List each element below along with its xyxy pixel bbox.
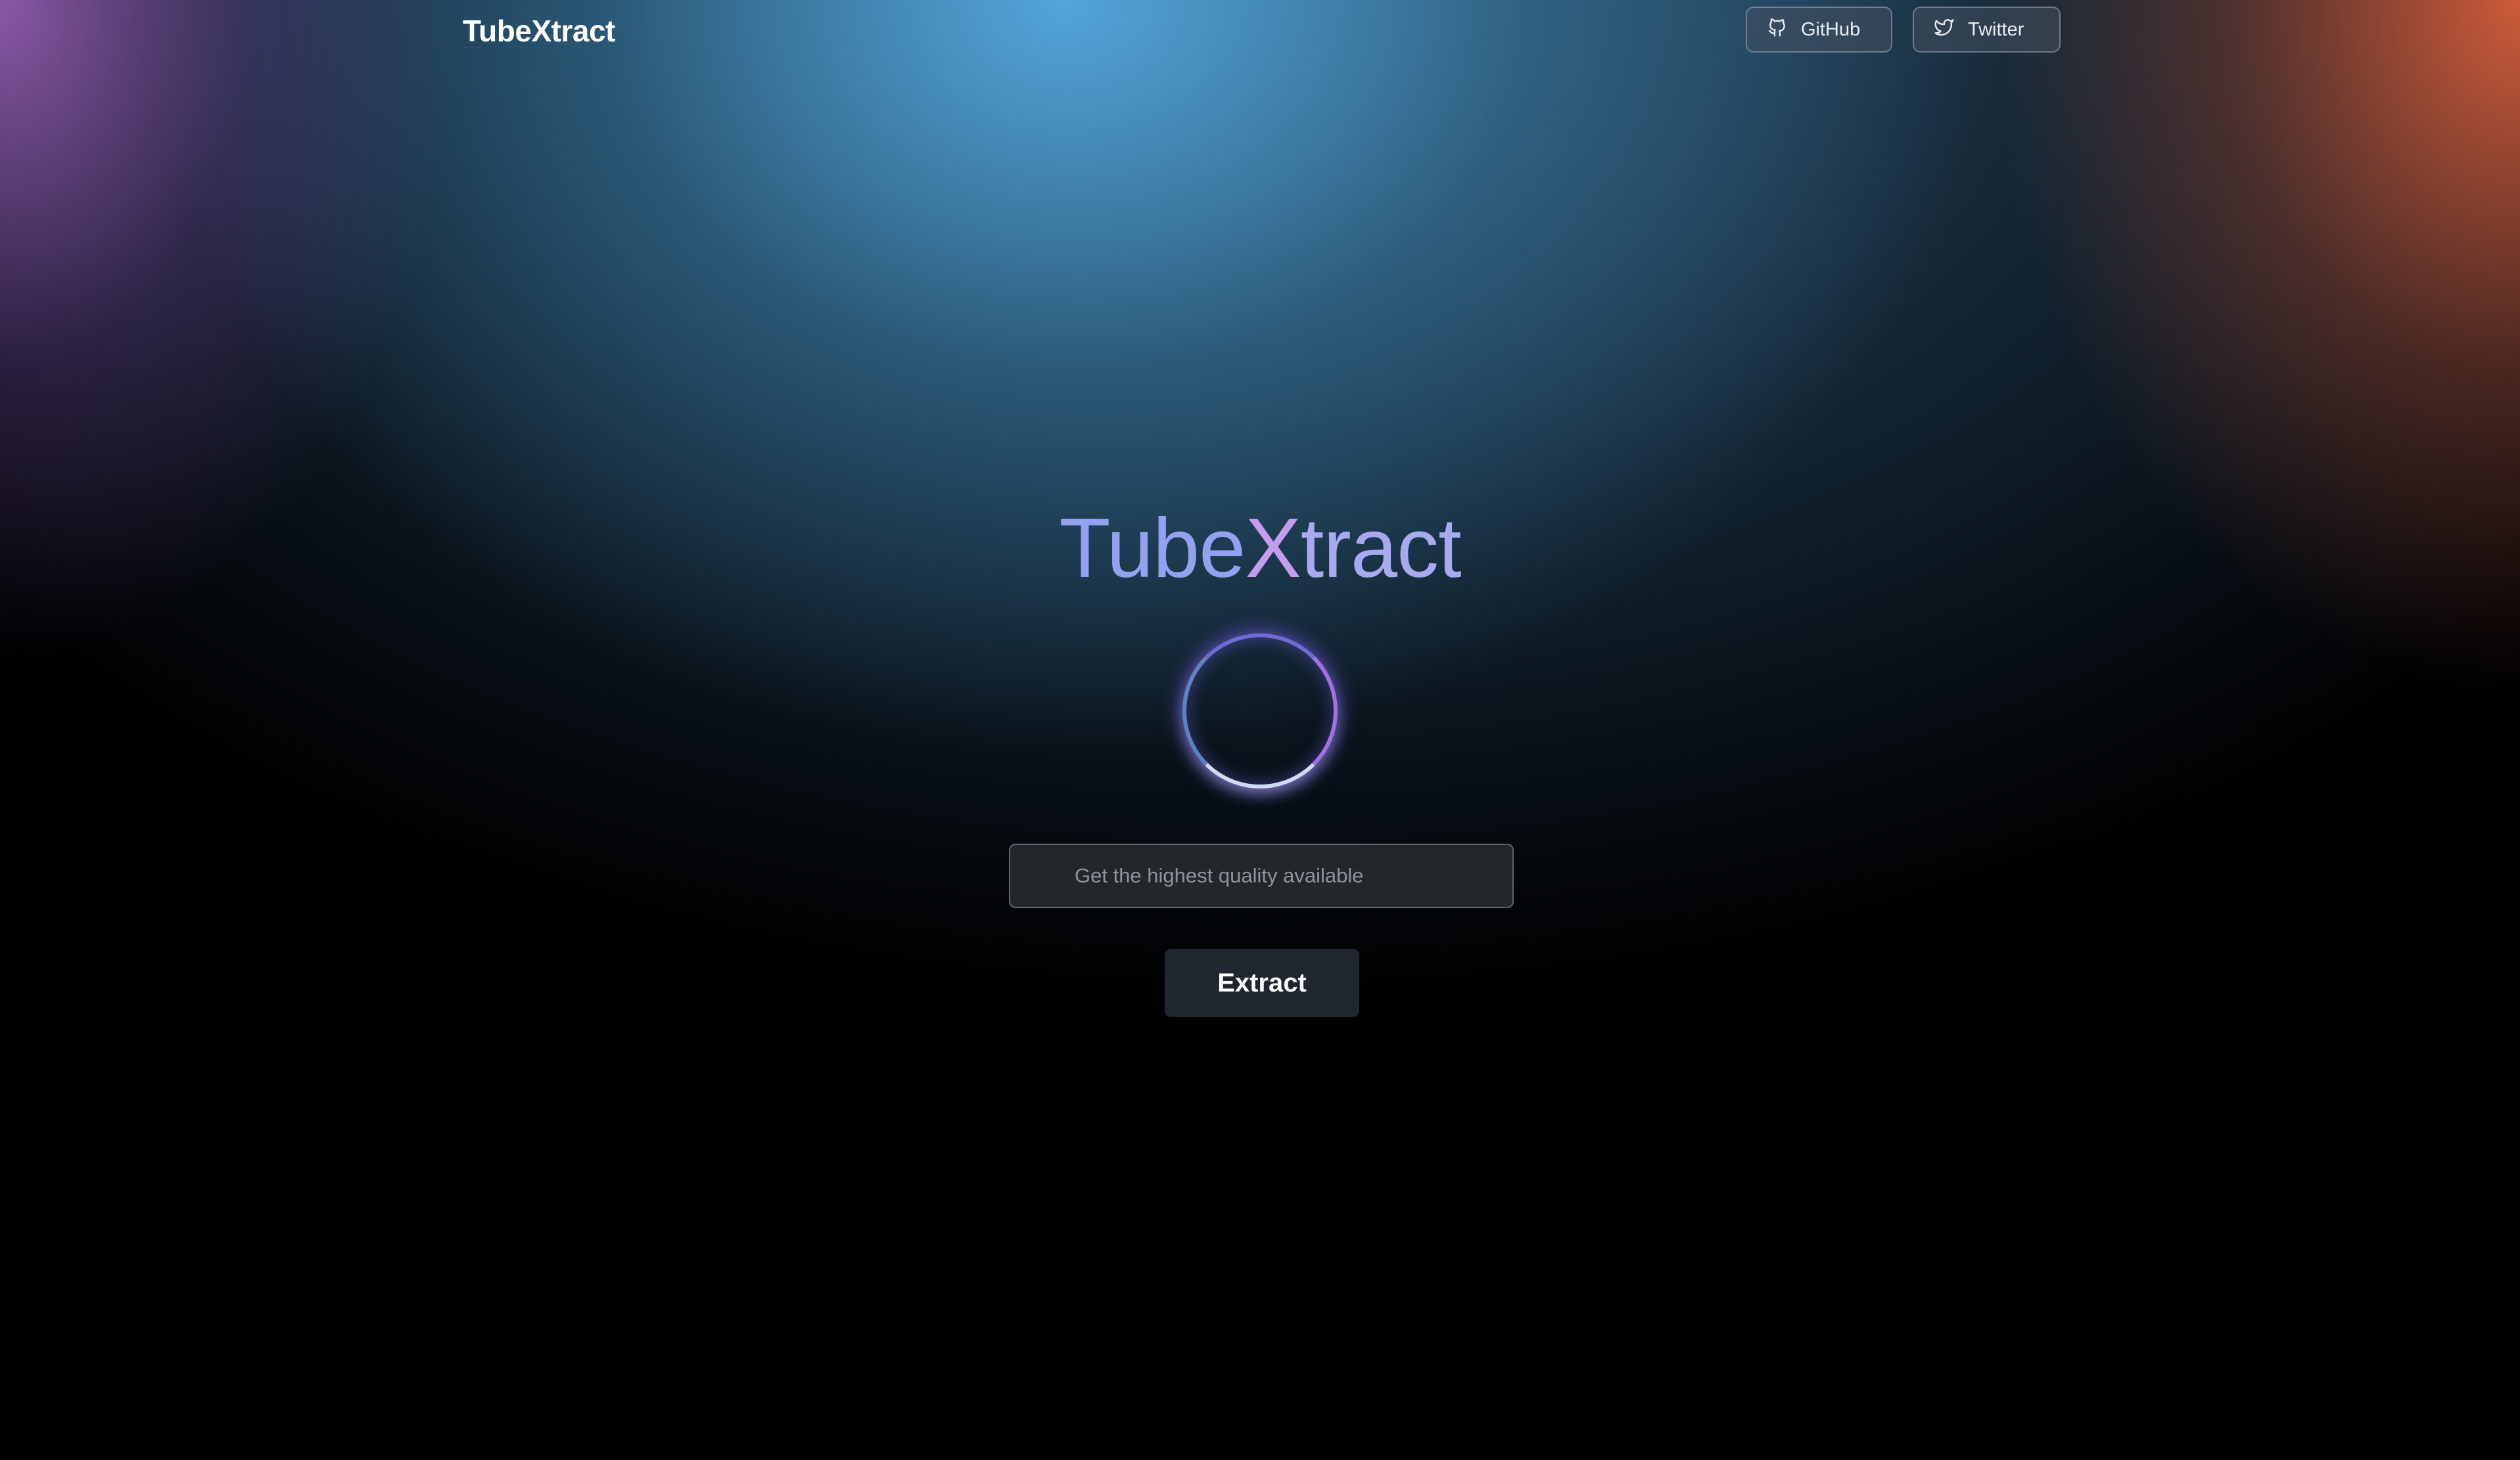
github-icon bbox=[1767, 16, 1788, 43]
video-url-input[interactable] bbox=[1009, 844, 1514, 908]
github-button[interactable]: GitHub bbox=[1746, 7, 1892, 53]
glowing-ring-shape bbox=[1182, 633, 1338, 788]
hero-title-part-x: X bbox=[1245, 501, 1301, 595]
header-brand-logo[interactable]: TubeXtract bbox=[463, 13, 615, 49]
twitter-icon bbox=[1934, 16, 1955, 43]
hero-title-part-tube: Tube bbox=[1059, 501, 1246, 595]
glowing-ring-icon bbox=[1182, 633, 1338, 788]
twitter-label: Twitter bbox=[1968, 18, 2024, 40]
hero-title-part-tract: tract bbox=[1300, 501, 1462, 595]
twitter-button[interactable]: Twitter bbox=[1913, 7, 2061, 53]
hero-title: TubeXtract bbox=[0, 499, 2520, 598]
extract-button[interactable]: Extract bbox=[1165, 949, 1359, 1017]
github-label: GitHub bbox=[1801, 18, 1861, 40]
